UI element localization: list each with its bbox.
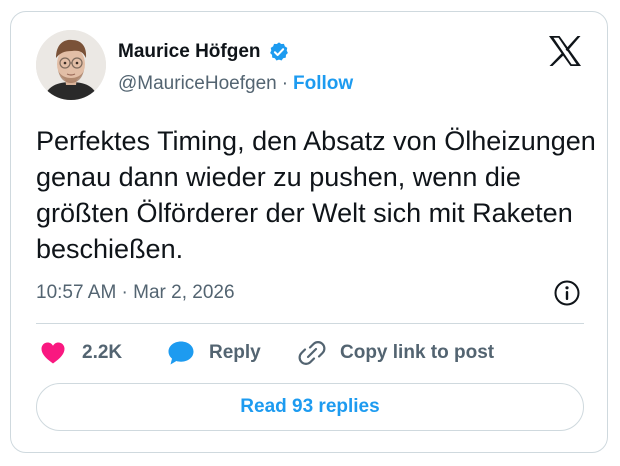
heart-icon: [40, 341, 66, 365]
avatar-photo: [36, 30, 106, 100]
author-avatar[interactable]: [36, 30, 106, 100]
like-button[interactable]: 2.2K: [40, 338, 122, 368]
follow-button[interactable]: Follow: [293, 73, 353, 95]
author-handle[interactable]: @MauriceHoefgen: [118, 73, 277, 95]
author-name[interactable]: Maurice Höfgen: [118, 41, 261, 63]
handle-row: @MauriceHoefgen · Follow: [118, 72, 353, 96]
reply-button[interactable]: Reply: [167, 338, 261, 368]
author-name-row: Maurice Höfgen: [118, 39, 290, 65]
copy-link-button[interactable]: Copy link to post: [298, 338, 494, 368]
link-icon: [298, 339, 326, 367]
likes-count: 2.2K: [82, 342, 123, 363]
copy-link-label: Copy link to post: [340, 342, 495, 363]
read-replies-button[interactable]: Read 93 replies: [36, 383, 584, 431]
x-logo-icon[interactable]: [548, 35, 582, 67]
tweet-card: Maurice Höfgen @MauriceHoefgen · Follow …: [10, 11, 608, 453]
handle-separator: ·: [281, 73, 289, 94]
verified-badge-icon: [268, 41, 290, 63]
divider: [36, 323, 584, 324]
tweet-text: Perfektes Timing, den Absatz von Ölheizu…: [36, 126, 596, 264]
info-icon[interactable]: [553, 279, 581, 307]
tweet-timestamp[interactable]: 10:57 AM · Mar 2, 2026: [36, 280, 235, 306]
reply-label: Reply: [209, 342, 261, 363]
reply-bubble-icon: [167, 340, 195, 366]
